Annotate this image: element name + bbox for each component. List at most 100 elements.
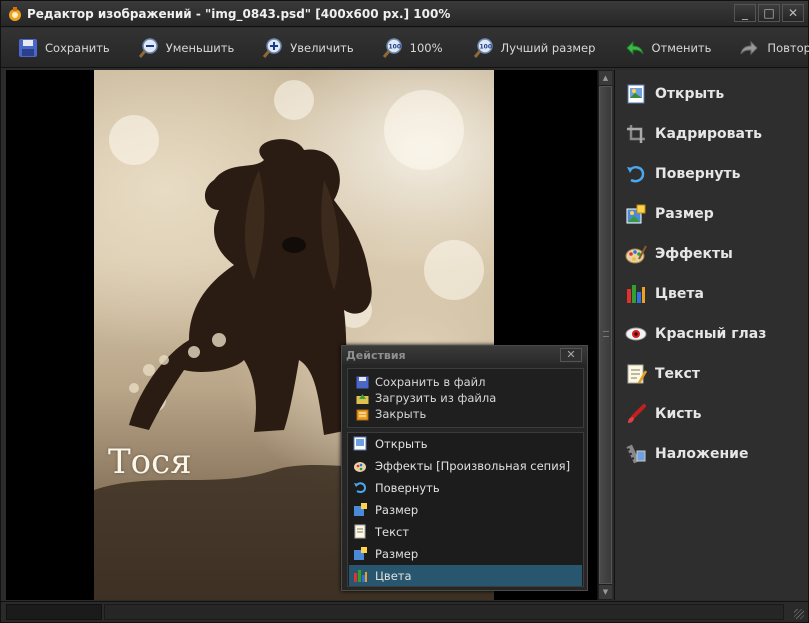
rotate-icon — [627, 165, 645, 183]
app-logo-icon — [9, 7, 21, 21]
resize-icon — [626, 204, 646, 224]
history-item[interactable]: Открыть — [349, 433, 582, 454]
colors-icon — [354, 570, 367, 582]
history-item[interactable]: Текст — [349, 521, 582, 542]
save-icon — [19, 38, 37, 57]
history-item-label: Текст — [375, 524, 410, 539]
close-icon — [356, 409, 369, 420]
tool-resize[interactable]: Размер — [615, 194, 809, 234]
text-icon — [627, 364, 647, 384]
history-item-label: Размер — [375, 502, 419, 517]
history-item-label: Эффекты [Произвольная сепия] — [375, 458, 571, 473]
zoom-in-button[interactable]: Увеличить — [258, 33, 377, 63]
app-window: Редактор изображений - "img_0843.psd" [4… — [0, 0, 809, 623]
zoom-out-label: Уменьшить — [165, 40, 235, 55]
zoom-in-label: Увеличить — [290, 40, 354, 55]
status-bar — [1, 601, 808, 622]
vertical-scrollbar[interactable]: ▲ ▼ — [597, 70, 612, 600]
status-segment-progress — [6, 604, 102, 620]
tool-colors[interactable]: Цвета — [615, 274, 809, 314]
toolbar: Сохранить Уменьшить Увеличить 100 100% 1… — [1, 28, 809, 68]
photo-caption: Тося — [108, 442, 192, 482]
load-icon — [356, 393, 369, 404]
actions-links: Сохранить в файл Загрузить из файла Закр… — [347, 368, 584, 428]
maximize-button[interactable]: □ — [758, 4, 780, 22]
best-fit-label: Лучший размер — [500, 40, 596, 55]
history-item-selected[interactable]: Цвета — [349, 565, 582, 586]
save-button[interactable]: Сохранить — [13, 33, 134, 63]
resize-grip-icon[interactable] — [794, 609, 804, 619]
close-window-button[interactable]: ✕ — [782, 4, 804, 22]
title-bar: Редактор изображений - "img_0843.psd" [4… — [1, 1, 808, 27]
load-from-file-label: Загрузить из файла — [375, 391, 497, 405]
tool-effects-label: Эффекты — [655, 246, 733, 262]
tool-rotate[interactable]: Повернуть — [615, 154, 809, 194]
undo-icon — [626, 40, 644, 55]
tool-rotate-label: Повернуть — [655, 166, 741, 182]
history-item-label: Открыть — [375, 436, 428, 451]
resize-icon — [354, 547, 367, 560]
tool-brush[interactable]: Кисть — [615, 394, 809, 434]
save-to-file-link[interactable]: Сохранить в файл — [356, 375, 485, 389]
history-item[interactable]: Размер — [349, 499, 582, 520]
history-item-label: Цвета — [375, 568, 412, 583]
zoom-100-button[interactable]: 100 100% — [378, 33, 469, 63]
tool-text[interactable]: Текст — [615, 354, 809, 394]
actions-panel: Действия ✕ Сохранить в файл Загрузить из… — [341, 345, 588, 591]
scroll-thumb[interactable] — [599, 86, 612, 584]
close-link[interactable]: Закрыть — [356, 407, 426, 421]
open-icon — [627, 84, 645, 104]
best-fit-button[interactable]: 100 Лучший размер — [469, 33, 620, 63]
tool-effects[interactable]: Эффекты — [615, 234, 809, 274]
svg-text:100: 100 — [479, 43, 492, 50]
window-title: Редактор изображений - "img_0843.psd" [4… — [27, 7, 451, 21]
redo-icon — [740, 40, 759, 55]
effects-icon — [625, 245, 647, 264]
history-item[interactable]: Повернуть — [349, 477, 582, 498]
actions-close-button[interactable]: ✕ — [560, 348, 582, 362]
effects-icon — [354, 462, 366, 472]
zoom-100-icon: 100 — [382, 37, 402, 58]
undo-button[interactable]: Отменить — [619, 33, 735, 63]
minimize-button[interactable]: _ — [734, 4, 756, 22]
tool-overlay[interactable]: Наложение — [615, 434, 809, 474]
tool-red-eye[interactable]: Красный глаз — [615, 314, 809, 354]
tool-overlay-label: Наложение — [655, 446, 749, 462]
redo-button[interactable]: Повторить — [735, 33, 809, 63]
tools-panel: Открыть Кадрировать Повернуть Размер Эфф… — [614, 70, 808, 600]
tool-red-eye-label: Красный глаз — [655, 326, 767, 342]
history-item-label: Размер — [375, 546, 419, 561]
tool-open[interactable]: Открыть — [615, 74, 809, 114]
save-to-file-label: Сохранить в файл — [375, 375, 486, 389]
overlay-icon — [626, 444, 646, 464]
brush-icon — [628, 404, 646, 423]
zoom-out-button[interactable]: Уменьшить — [134, 33, 259, 63]
tool-brush-label: Кисть — [655, 406, 702, 422]
actions-title: Действия — [346, 349, 406, 362]
scroll-up-arrow[interactable]: ▲ — [599, 71, 612, 85]
rotate-icon — [354, 482, 367, 493]
undo-label: Отменить — [651, 40, 712, 55]
history-item[interactable]: Эффекты [Произвольная сепия] — [349, 455, 582, 476]
red-eye-icon — [625, 327, 647, 341]
redo-label: Повторить — [767, 40, 809, 55]
load-from-file-link[interactable]: Загрузить из файла — [356, 391, 496, 405]
status-segment-info — [104, 604, 784, 620]
crop-icon — [627, 125, 645, 143]
zoom-100-label: 100% — [409, 40, 443, 55]
actions-title-bar[interactable]: Действия ✕ — [342, 346, 587, 364]
svg-text:100: 100 — [388, 43, 401, 50]
tool-open-label: Открыть — [655, 86, 725, 102]
history-item[interactable]: Размер — [349, 543, 582, 564]
scroll-down-arrow[interactable]: ▼ — [599, 585, 612, 599]
zoom-out-icon — [138, 37, 158, 58]
zoom-in-icon — [263, 37, 282, 58]
tool-crop[interactable]: Кадрировать — [615, 114, 809, 154]
history-item-label: Повернуть — [375, 480, 440, 495]
history-list: Открыть Эффекты [Произвольная сепия] Пов… — [347, 432, 584, 587]
tool-text-label: Текст — [655, 366, 700, 382]
save-icon — [356, 376, 369, 388]
tool-resize-label: Размер — [655, 206, 714, 222]
tool-crop-label: Кадрировать — [655, 126, 762, 142]
open-icon — [353, 436, 367, 451]
